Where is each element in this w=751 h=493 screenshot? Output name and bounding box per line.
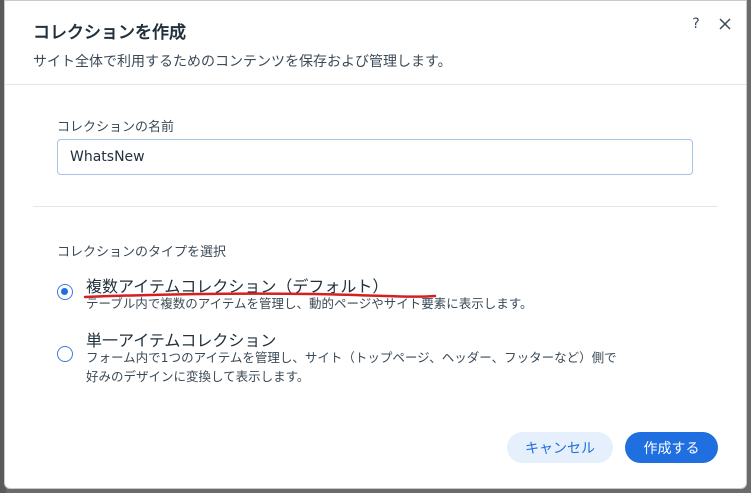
collection-name-label: コレクションの名前	[57, 120, 175, 135]
red-underline-annotation	[83, 292, 437, 299]
radio-multi-item[interactable]	[57, 284, 73, 300]
option-single-item-description-line1: フォーム内で1つのアイテムを管理し、サイト（トップページ、ヘッダー、フッターなど…	[86, 350, 617, 365]
close-icon[interactable]	[717, 16, 733, 32]
dialog-title: コレクションを作成	[33, 23, 186, 43]
dialog-subtitle: サイト全体で利用するためのコンテンツを保存および管理します。	[33, 54, 452, 70]
cancel-button[interactable]: キャンセル	[507, 432, 613, 463]
create-collection-dialog: コレクションを作成 サイト全体で利用するためのコンテンツを保存および管理します。…	[4, 0, 747, 489]
collection-type-label: コレクションのタイプを選択	[57, 245, 227, 260]
option-single-item-description-line2: 好みのデザインに変換して表示します。	[86, 369, 310, 384]
collection-name-input[interactable]	[57, 139, 693, 175]
divider	[33, 206, 718, 207]
create-button[interactable]: 作成する	[625, 432, 718, 463]
dialog-header: コレクションを作成 サイト全体で利用するためのコンテンツを保存および管理します。…	[5, 1, 746, 85]
help-icon[interactable]: ?	[688, 16, 704, 32]
radio-single-item[interactable]	[57, 346, 73, 362]
